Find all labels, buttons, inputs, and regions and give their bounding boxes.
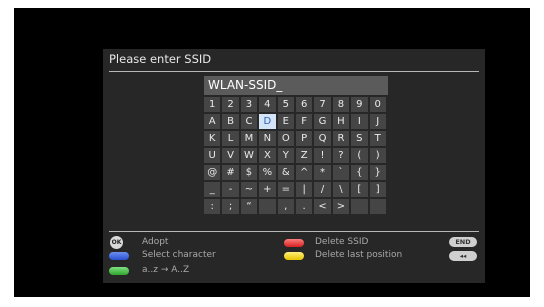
key-blank — [369, 199, 386, 214]
key[interactable]: > — [332, 199, 350, 214]
key[interactable]: = — [277, 182, 294, 197]
legend-left: OK Adopt Select character a..z → A..Z — [109, 236, 289, 281]
key[interactable]: Q — [314, 131, 331, 146]
back-key-icon: ◂◂ — [449, 251, 477, 261]
blue-button-icon — [109, 252, 129, 260]
key[interactable]: $ — [240, 165, 258, 180]
keyboard-row: 1234567890 — [204, 97, 388, 112]
keyboard-row: KLMNOPQRST — [204, 131, 388, 146]
key[interactable]: ~ — [240, 182, 258, 197]
adopt-label: Adopt — [142, 237, 169, 247]
key[interactable]: A — [204, 114, 221, 129]
key[interactable]: C — [240, 114, 258, 129]
ssid-dialog: Please enter SSID WLAN-SSID_ 1234567890 A… — [103, 49, 485, 283]
key[interactable]: ^ — [295, 165, 313, 180]
key[interactable]: 3 — [240, 97, 258, 112]
key[interactable]: B — [222, 114, 239, 129]
key[interactable]: ? — [332, 148, 350, 163]
key[interactable]: 1 — [204, 97, 221, 112]
key[interactable]: F — [295, 114, 313, 129]
key[interactable]: < — [314, 199, 331, 214]
key[interactable]: ; — [222, 199, 239, 214]
legend-right: Delete SSID Delete last position END ◂◂ — [284, 237, 479, 267]
footer-divider — [109, 231, 479, 232]
key[interactable]: W — [240, 148, 258, 163]
keyboard-row: :; “,. < > — [204, 199, 388, 214]
key[interactable]: ( — [351, 148, 368, 163]
on-screen-keyboard: 1 2 3 4 5 6 7 8 9 0 A B C D E F G H I J K L M N O P Q R S T U V W X Y Z!?()… — [204, 97, 388, 216]
key[interactable]: Z — [295, 148, 313, 163]
key[interactable]: + — [259, 182, 276, 197]
key[interactable]: G — [314, 114, 331, 129]
key[interactable]: L — [222, 131, 239, 146]
key[interactable]: Y — [277, 148, 294, 163]
key[interactable]: - — [222, 182, 239, 197]
key-blank — [259, 199, 276, 214]
key[interactable]: 9 — [351, 97, 368, 112]
red-button-icon — [284, 239, 304, 247]
select-character-label: Select character — [142, 250, 216, 260]
tv-screen: Please enter SSID WLAN-SSID_ 1234567890 A… — [14, 8, 530, 297]
key[interactable]: ! — [314, 148, 331, 163]
key[interactable]: 8 — [332, 97, 350, 112]
key[interactable]: ` — [332, 165, 350, 180]
key[interactable]: K — [204, 131, 221, 146]
key[interactable]: # — [222, 165, 239, 180]
key[interactable]: @ — [204, 165, 221, 180]
key[interactable]: V — [222, 148, 239, 163]
key[interactable]: 2 — [222, 97, 239, 112]
key[interactable]: * — [314, 165, 331, 180]
key[interactable]: 6 — [295, 97, 313, 112]
key[interactable]: [ — [351, 182, 368, 197]
key[interactable]: J — [369, 114, 386, 129]
key[interactable]: \ — [332, 182, 350, 197]
key[interactable]: 0 — [369, 97, 386, 112]
key[interactable]: : — [204, 199, 221, 214]
keyboard-row: _ - ~ + = | / \[] — [204, 182, 388, 197]
key[interactable]: N — [259, 131, 276, 146]
keyboard-row: U V W X Y Z!?() — [204, 148, 388, 163]
title-divider — [109, 71, 479, 72]
key[interactable]: | — [295, 182, 313, 197]
key[interactable]: ] — [369, 182, 386, 197]
key[interactable]: ) — [369, 148, 386, 163]
yellow-button-icon — [284, 252, 304, 260]
key[interactable]: _ — [204, 182, 221, 197]
delete-last-position-label: Delete last position — [315, 250, 403, 260]
key[interactable]: 7 — [314, 97, 331, 112]
key[interactable]: & — [277, 165, 294, 180]
end-key-icon: END — [449, 237, 477, 247]
key[interactable]: R — [332, 131, 350, 146]
keyboard-row: ABCDEFGHIJ — [204, 114, 388, 129]
key[interactable]: S — [351, 131, 368, 146]
key[interactable]: , — [277, 199, 294, 214]
key[interactable]: { — [351, 165, 368, 180]
key[interactable]: 5 — [277, 97, 294, 112]
key[interactable]: / — [314, 182, 331, 197]
key[interactable]: T — [369, 131, 386, 146]
delete-ssid-label: Delete SSID — [315, 237, 369, 247]
green-button-icon — [109, 267, 129, 275]
key[interactable]: 4 — [259, 97, 276, 112]
case-toggle-label: a..z → A..Z — [142, 265, 190, 275]
key[interactable]: M — [240, 131, 258, 146]
key[interactable]: % — [259, 165, 276, 180]
key[interactable]: H — [332, 114, 350, 129]
key[interactable]: P — [295, 131, 313, 146]
dialog-title: Please enter SSID — [109, 52, 212, 66]
keyboard-row: @ # $% & ^ * `{} — [204, 165, 388, 180]
key[interactable]: E — [277, 114, 294, 129]
key[interactable]: “ — [240, 199, 258, 214]
ok-button-icon: OK — [110, 236, 123, 249]
key[interactable]: D — [259, 114, 276, 129]
key[interactable]: O — [277, 131, 294, 146]
key[interactable]: . — [295, 199, 313, 214]
key[interactable]: } — [369, 165, 386, 180]
key[interactable]: I — [351, 114, 368, 129]
ssid-input[interactable]: WLAN-SSID_ — [204, 76, 388, 95]
key[interactable]: U — [204, 148, 221, 163]
key-blank — [351, 199, 368, 214]
key[interactable]: X — [259, 148, 276, 163]
